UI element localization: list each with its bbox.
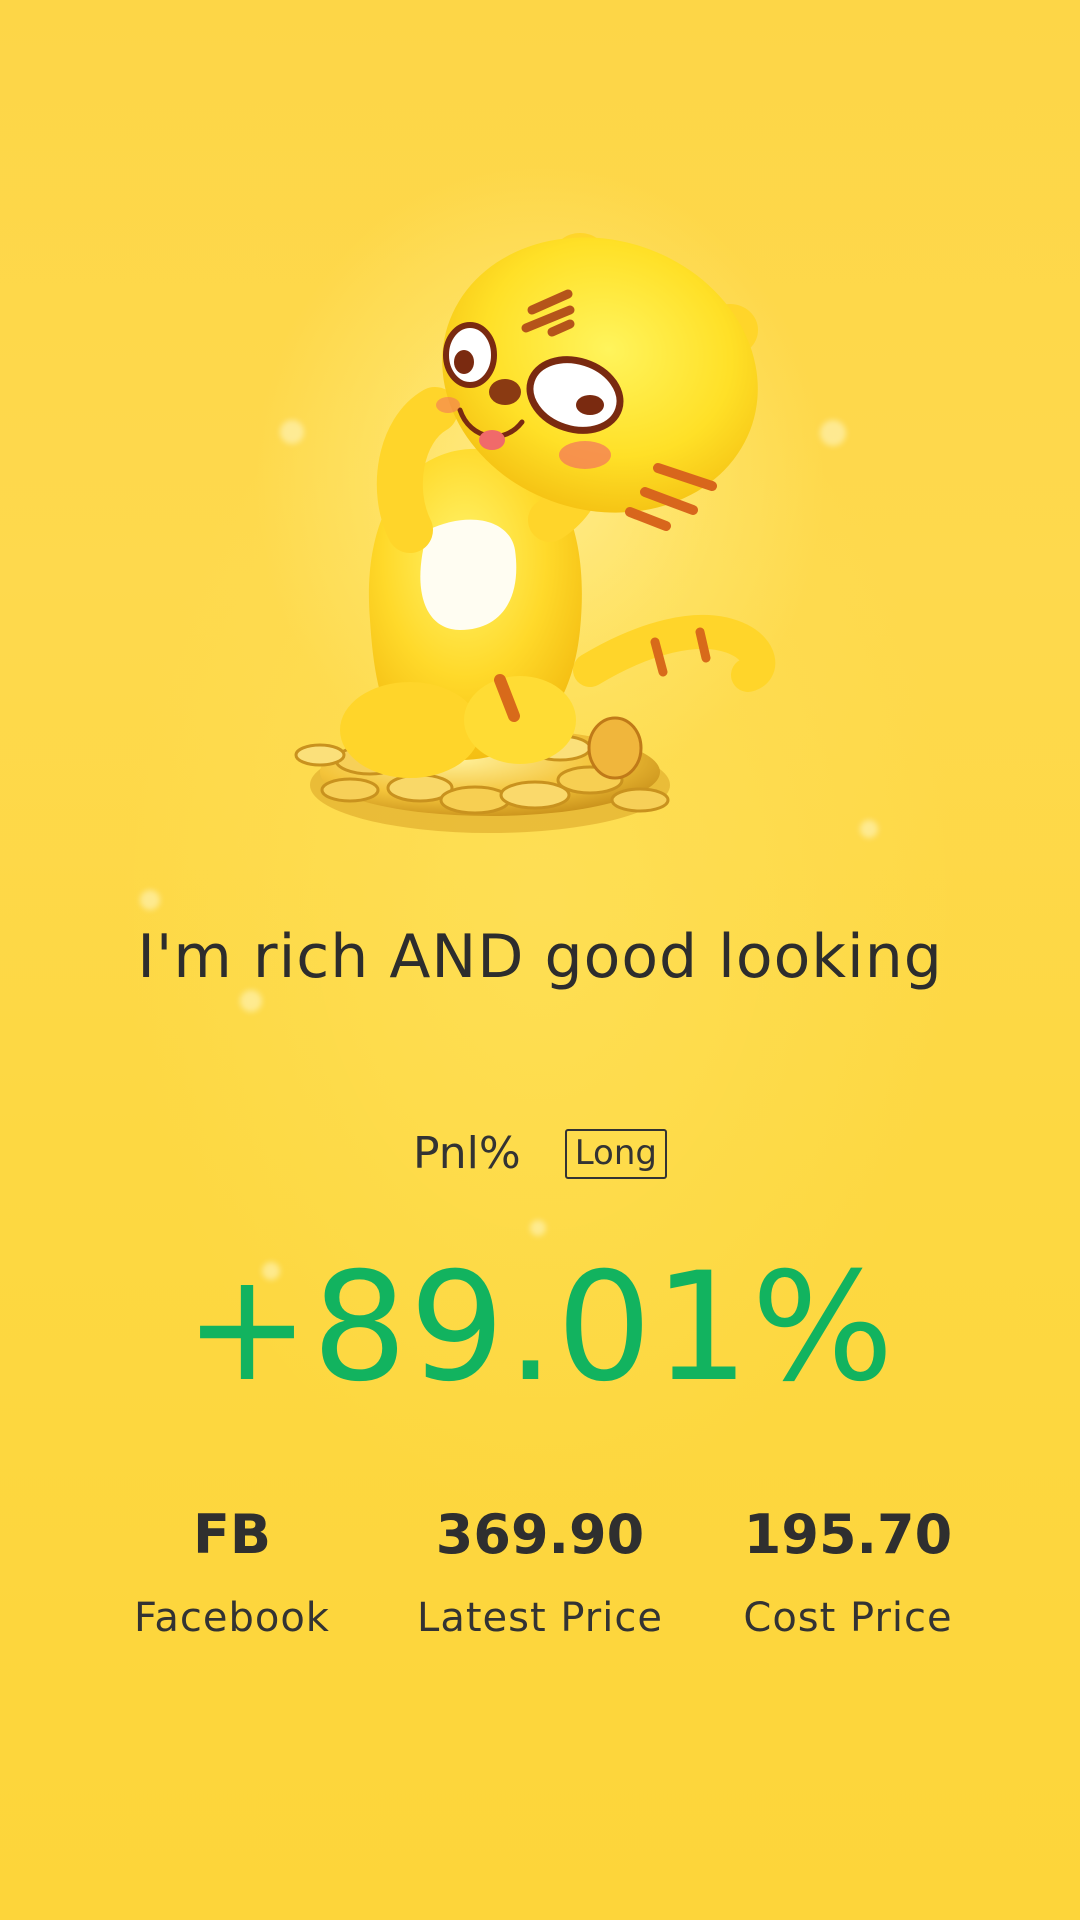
stat-symbol: FB Facebook bbox=[72, 1500, 392, 1646]
latest-price-value: 369.90 bbox=[435, 1503, 645, 1566]
latest-price-label: Latest Price bbox=[417, 1595, 663, 1641]
stock-symbol: FB bbox=[192, 1503, 272, 1566]
pnl-label: Pnl% bbox=[413, 1128, 521, 1179]
pnl-header: Pnl% Long bbox=[0, 1128, 1080, 1179]
stock-name: Facebook bbox=[134, 1595, 330, 1641]
cost-price-value: 195.70 bbox=[743, 1503, 953, 1566]
bokeh-dot bbox=[860, 820, 878, 838]
bokeh-dot bbox=[140, 890, 160, 910]
position-side-badge: Long bbox=[564, 1128, 667, 1179]
stat-cost-price: 195.70 Cost Price bbox=[688, 1500, 1008, 1646]
slogan-text: I'm rich AND good looking bbox=[137, 922, 943, 992]
bokeh-dot bbox=[530, 1220, 546, 1236]
stat-latest-price: 369.90 Latest Price bbox=[380, 1500, 700, 1646]
bokeh-dot bbox=[240, 990, 262, 1012]
pnl-percentage: +89.01% bbox=[184, 1241, 896, 1415]
mascot-illustration bbox=[260, 200, 800, 860]
tiger-mascot-icon bbox=[294, 233, 776, 833]
bokeh-dot bbox=[820, 420, 846, 446]
cost-price-label: Cost Price bbox=[743, 1595, 953, 1641]
